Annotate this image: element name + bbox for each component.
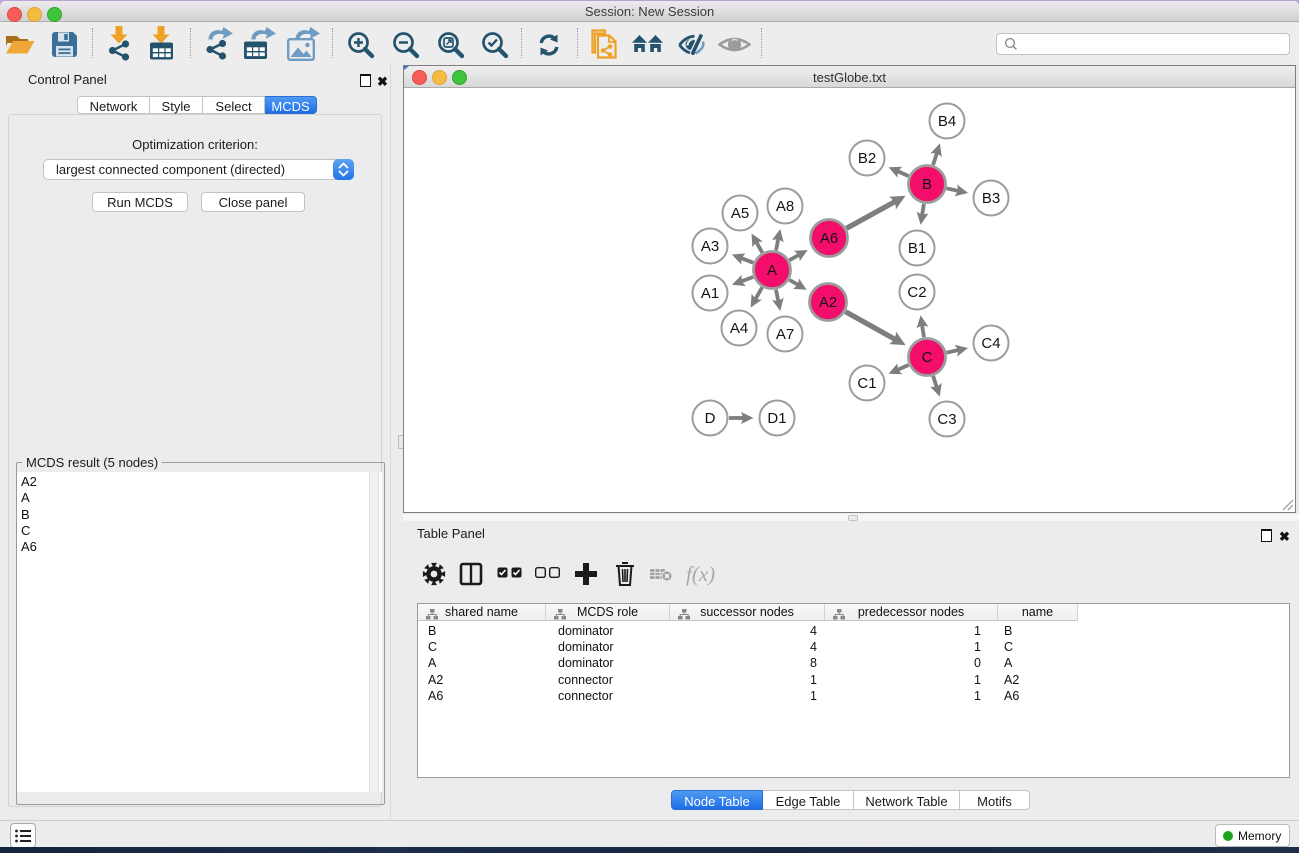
- svg-text:A4: A4: [730, 320, 748, 337]
- svg-text:A2: A2: [819, 294, 837, 311]
- svg-text:B1: B1: [908, 240, 926, 257]
- svg-text:A7: A7: [776, 326, 794, 343]
- svg-text:B4: B4: [938, 113, 956, 130]
- svg-text:C: C: [922, 349, 933, 366]
- svg-text:A3: A3: [701, 238, 719, 255]
- svg-text:C1: C1: [857, 375, 876, 392]
- svg-text:A1: A1: [701, 285, 719, 302]
- svg-text:A8: A8: [776, 198, 794, 215]
- svg-text:C2: C2: [907, 284, 926, 301]
- svg-text:B2: B2: [858, 150, 876, 167]
- svg-text:B3: B3: [982, 190, 1000, 207]
- svg-text:D1: D1: [767, 410, 786, 427]
- svg-text:C3: C3: [937, 411, 956, 428]
- svg-text:A5: A5: [731, 205, 749, 222]
- svg-text:C4: C4: [981, 335, 1000, 352]
- svg-text:B: B: [922, 176, 932, 193]
- svg-text:A: A: [767, 262, 777, 279]
- svg-text:A6: A6: [820, 230, 838, 247]
- svg-text:D: D: [705, 410, 716, 427]
